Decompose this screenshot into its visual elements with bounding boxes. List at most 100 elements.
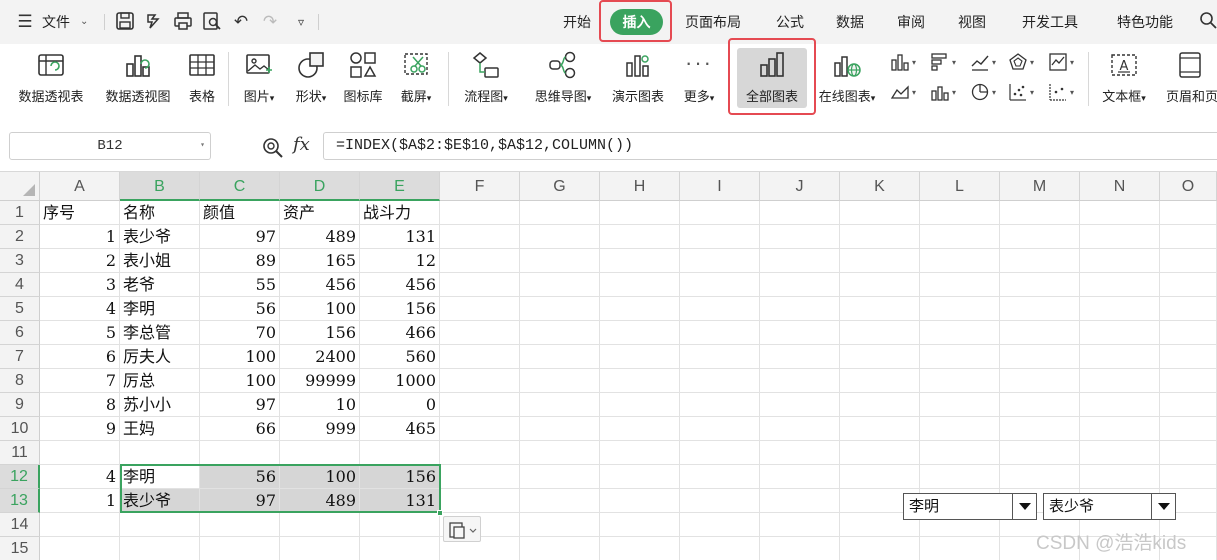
cell-F4[interactable] <box>440 273 520 297</box>
cell-A15[interactable] <box>40 537 120 560</box>
cell-C3[interactable]: 89 <box>200 249 280 273</box>
cell-O5[interactable] <box>1160 297 1217 321</box>
cell-I4[interactable] <box>680 273 760 297</box>
cell-L15[interactable] <box>920 537 1000 560</box>
hamburger-menu-icon[interactable]: ☰ <box>14 11 36 33</box>
cell-C6[interactable]: 70 <box>200 321 280 345</box>
cell-M7[interactable] <box>1000 345 1080 369</box>
cell-J11[interactable] <box>760 441 840 465</box>
cell-F8[interactable] <box>440 369 520 393</box>
cell-H3[interactable] <box>600 249 680 273</box>
cell-G1[interactable] <box>520 201 600 225</box>
cell-I15[interactable] <box>680 537 760 560</box>
shape-button[interactable]: 形状▾ <box>286 44 336 118</box>
cell-D1[interactable]: 资产 <box>280 201 360 225</box>
cell-D6[interactable]: 156 <box>280 321 360 345</box>
cell-A8[interactable]: 7 <box>40 369 120 393</box>
row-header-9[interactable]: 9 <box>0 393 40 417</box>
row-header-10[interactable]: 10 <box>0 417 40 441</box>
cell-O7[interactable] <box>1160 345 1217 369</box>
dropdown-2-arrow-icon[interactable] <box>1151 494 1175 519</box>
cell-K12[interactable] <box>840 465 920 489</box>
export-icon[interactable] <box>143 11 165 33</box>
cell-J13[interactable] <box>760 489 840 513</box>
cell-D15[interactable] <box>280 537 360 560</box>
cell-O10[interactable] <box>1160 417 1217 441</box>
cell-N6[interactable] <box>1080 321 1160 345</box>
cell-M11[interactable] <box>1000 441 1080 465</box>
undo-icon[interactable]: ↶ <box>230 11 252 33</box>
cell-J9[interactable] <box>760 393 840 417</box>
cell-N3[interactable] <box>1080 249 1160 273</box>
cell-C9[interactable]: 97 <box>200 393 280 417</box>
cell-A6[interactable]: 5 <box>40 321 120 345</box>
save-icon[interactable] <box>114 11 136 33</box>
cell-O12[interactable] <box>1160 465 1217 489</box>
cell-H6[interactable] <box>600 321 680 345</box>
cell-D8[interactable]: 99999 <box>280 369 360 393</box>
textbox-button[interactable]: A 文本框▾ <box>1094 44 1154 118</box>
search-icon[interactable] <box>1197 11 1217 33</box>
cell-M12[interactable] <box>1000 465 1080 489</box>
cell-B6[interactable]: 李总管 <box>120 321 200 345</box>
dropdown-1-arrow-icon[interactable] <box>1012 494 1036 519</box>
cell-F13[interactable] <box>440 489 520 513</box>
cell-A2[interactable]: 1 <box>40 225 120 249</box>
cell-B5[interactable]: 李明 <box>120 297 200 321</box>
screenshot-button[interactable]: 截屏▾ <box>390 44 442 118</box>
cell-L5[interactable] <box>920 297 1000 321</box>
name-box[interactable]: B12 ▾ <box>9 132 211 160</box>
cell-C11[interactable] <box>200 441 280 465</box>
sparkline-chart-icon[interactable]: ▾ <box>1048 82 1074 104</box>
cell-C12[interactable]: 56 <box>200 465 280 489</box>
cell-E12[interactable]: 156 <box>360 465 440 489</box>
combo-chart-icon[interactable]: ▾ <box>930 82 956 104</box>
cell-N2[interactable] <box>1080 225 1160 249</box>
all-charts-button[interactable]: 全部图表 <box>737 44 807 118</box>
cell-E13[interactable]: 131 <box>360 489 440 513</box>
cell-J5[interactable] <box>760 297 840 321</box>
cell-N8[interactable] <box>1080 369 1160 393</box>
cell-J14[interactable] <box>760 513 840 537</box>
cell-H5[interactable] <box>600 297 680 321</box>
cell-G10[interactable] <box>520 417 600 441</box>
cell-N5[interactable] <box>1080 297 1160 321</box>
column-header-B[interactable]: B <box>120 172 200 201</box>
cell-H8[interactable] <box>600 369 680 393</box>
cell-N7[interactable] <box>1080 345 1160 369</box>
cell-D12[interactable]: 100 <box>280 465 360 489</box>
cell-B3[interactable]: 表小姐 <box>120 249 200 273</box>
formula-input[interactable]: =INDEX($A$2:$E$10,$A$12,COLUMN()) <box>323 132 1217 160</box>
pie-chart-icon[interactable]: ▾ <box>970 82 996 104</box>
cell-C14[interactable] <box>200 513 280 537</box>
cell-O6[interactable] <box>1160 321 1217 345</box>
cell-K6[interactable] <box>840 321 920 345</box>
cell-O1[interactable] <box>1160 201 1217 225</box>
cell-H4[interactable] <box>600 273 680 297</box>
cell-H1[interactable] <box>600 201 680 225</box>
cell-E8[interactable]: 1000 <box>360 369 440 393</box>
fill-handle[interactable] <box>437 510 443 516</box>
cell-L1[interactable] <box>920 201 1000 225</box>
cell-G3[interactable] <box>520 249 600 273</box>
online-chart-button[interactable]: 在线图表▾ <box>812 44 882 118</box>
print-preview-icon[interactable] <box>201 11 223 33</box>
row-header-12[interactable]: 12 <box>0 465 40 489</box>
cell-D4[interactable]: 456 <box>280 273 360 297</box>
fx-icon[interactable]: fx <box>293 134 310 155</box>
cell-I9[interactable] <box>680 393 760 417</box>
flowchart-button[interactable]: 流程图▾ <box>455 44 517 118</box>
radar-chart-icon[interactable]: ▾ <box>1008 52 1034 74</box>
cell-G7[interactable] <box>520 345 600 369</box>
file-menu[interactable]: 文件 <box>42 0 70 44</box>
cell-J10[interactable] <box>760 417 840 441</box>
file-menu-chevron-icon[interactable]: ⌄ <box>80 0 88 44</box>
cell-L3[interactable] <box>920 249 1000 273</box>
icon-library-button[interactable]: 图标库 <box>338 44 388 118</box>
column-chart-icon[interactable]: ▾ <box>890 52 916 74</box>
row-header-4[interactable]: 4 <box>0 273 40 297</box>
cell-B4[interactable]: 老爷 <box>120 273 200 297</box>
cell-O11[interactable] <box>1160 441 1217 465</box>
cell-E7[interactable]: 560 <box>360 345 440 369</box>
cell-G11[interactable] <box>520 441 600 465</box>
